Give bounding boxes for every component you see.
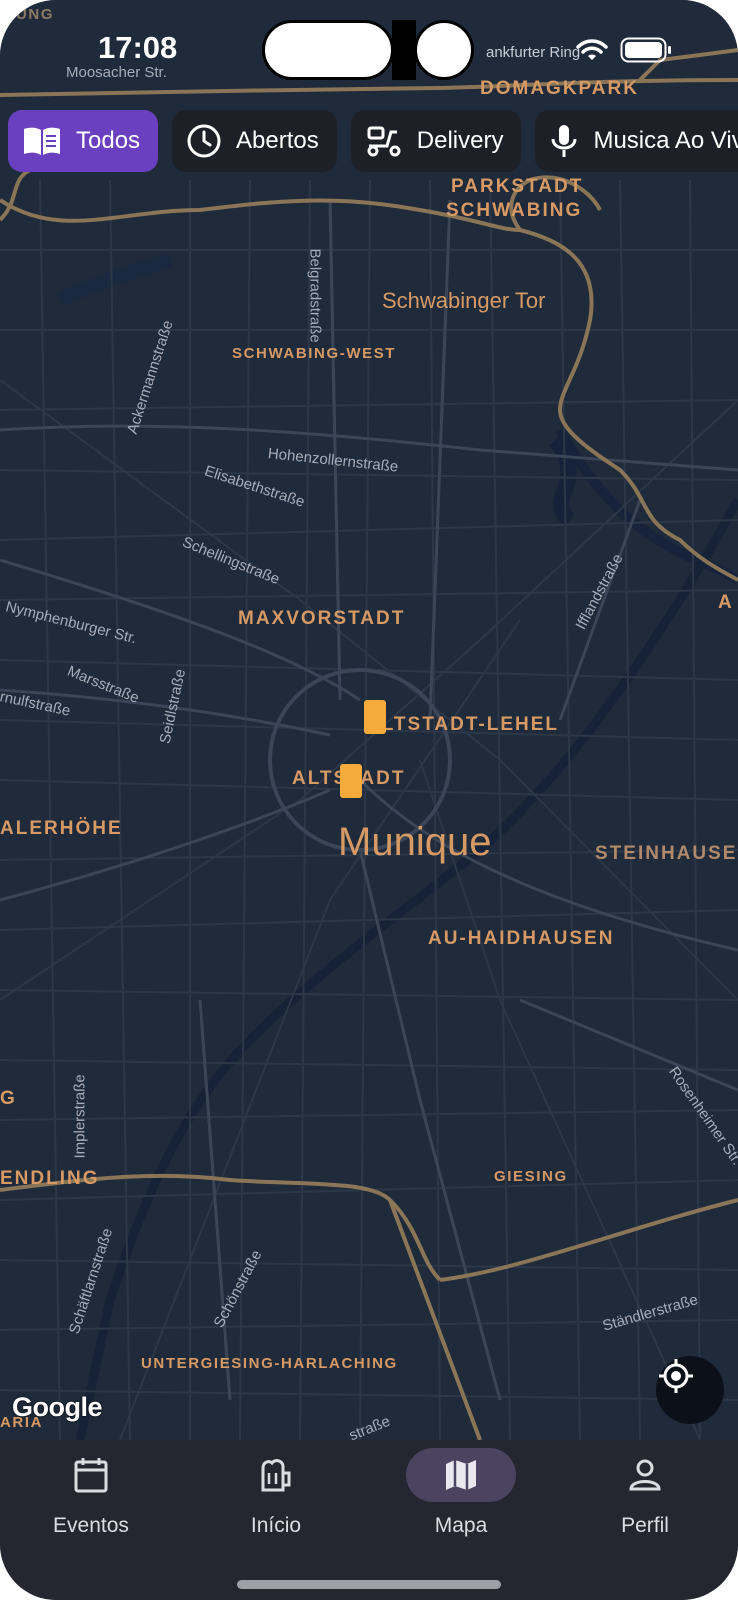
battery-icon (620, 37, 671, 63)
nav-item-mapa[interactable]: Mapa (386, 1440, 536, 1560)
district-label: ALTSTADT-LEHEL (366, 714, 559, 735)
status-bar: 17:08 (0, 0, 738, 100)
street-label: Belgradstraße (306, 248, 324, 343)
nav-label: Eventos (53, 1514, 129, 1537)
bottom-navigation: Eventos Início Mapa Perfil (0, 1440, 738, 1600)
filter-chip-musica[interactable]: Musica Ao Vivo (535, 110, 738, 172)
crosshair-icon (659, 1359, 693, 1393)
district-label: ENDLING (0, 1168, 100, 1189)
nav-icon-container (406, 1448, 516, 1502)
filter-chip-abertos[interactable]: Abertos (172, 110, 337, 172)
filter-chip-delivery[interactable]: Delivery (350, 110, 522, 172)
clock-icon (187, 124, 221, 158)
calendar-icon (74, 1458, 108, 1493)
filter-chip-label: Todos (76, 127, 141, 154)
location-marker[interactable] (340, 764, 362, 798)
dynamic-island-camera (414, 20, 474, 80)
google-logo: Google (12, 1392, 103, 1422)
nav-icon-container (221, 1448, 331, 1502)
status-time: 17:08 (98, 30, 178, 65)
filter-chip-todos[interactable]: Todos (8, 110, 159, 172)
nav-icon-container (590, 1448, 700, 1502)
map-icon (446, 1460, 476, 1490)
dynamic-island-bridge (392, 20, 416, 80)
district-label: A (718, 592, 734, 613)
nav-label: Perfil (621, 1514, 669, 1537)
nav-item-perfil[interactable]: Perfil (570, 1440, 720, 1560)
user-icon (629, 1459, 661, 1491)
district-label: MAXVORSTADT (238, 608, 406, 629)
district-label: SCHWABING-WEST (232, 345, 397, 362)
microphone-icon (551, 125, 577, 157)
beer-mug-icon (261, 1459, 291, 1492)
district-label: G (0, 1088, 17, 1109)
phone-screen: Moosacher Str. ankfurter Ring Belgradstr… (0, 0, 738, 1600)
nav-item-inicio[interactable]: Início (201, 1440, 351, 1560)
filter-chip-label: Musica Ao Vivo (593, 127, 738, 154)
filter-chip-label: Abertos (236, 127, 319, 154)
location-marker[interactable] (364, 700, 386, 734)
city-label: Munique (338, 820, 492, 864)
district-label: PARKSTADT (451, 176, 584, 197)
home-indicator[interactable] (237, 1580, 501, 1589)
district-label: AU-HAIDHAUSEN (428, 928, 615, 949)
filter-chip-label: Delivery (416, 127, 504, 154)
poi-label: Schwabinger Tor (382, 288, 546, 313)
district-label: STEINHAUSE (595, 843, 738, 864)
nav-label: Mapa (434, 1514, 488, 1537)
map-view[interactable]: Moosacher Str. ankfurter Ring Belgradstr… (0, 0, 738, 1444)
dynamic-island (262, 20, 394, 80)
book-icon (24, 127, 60, 155)
district-label: SCHWABING (446, 200, 583, 221)
wifi-icon (576, 39, 608, 60)
district-label: UNTERGIESING-HARLACHING (141, 1355, 398, 1372)
delivery-scooter-icon (367, 126, 401, 157)
filter-chips: Todos Abertos Delivery Musica Ao Viv (8, 110, 738, 172)
nav-item-eventos[interactable]: Eventos (16, 1440, 166, 1560)
district-label: GIESING (494, 1168, 568, 1185)
nav-label: Início (250, 1514, 302, 1537)
nav-icon-container (36, 1448, 146, 1502)
my-location-button[interactable] (656, 1356, 724, 1424)
street-label: Implerstraße (71, 1074, 89, 1159)
district-label: ALERHÖHE (0, 818, 123, 839)
